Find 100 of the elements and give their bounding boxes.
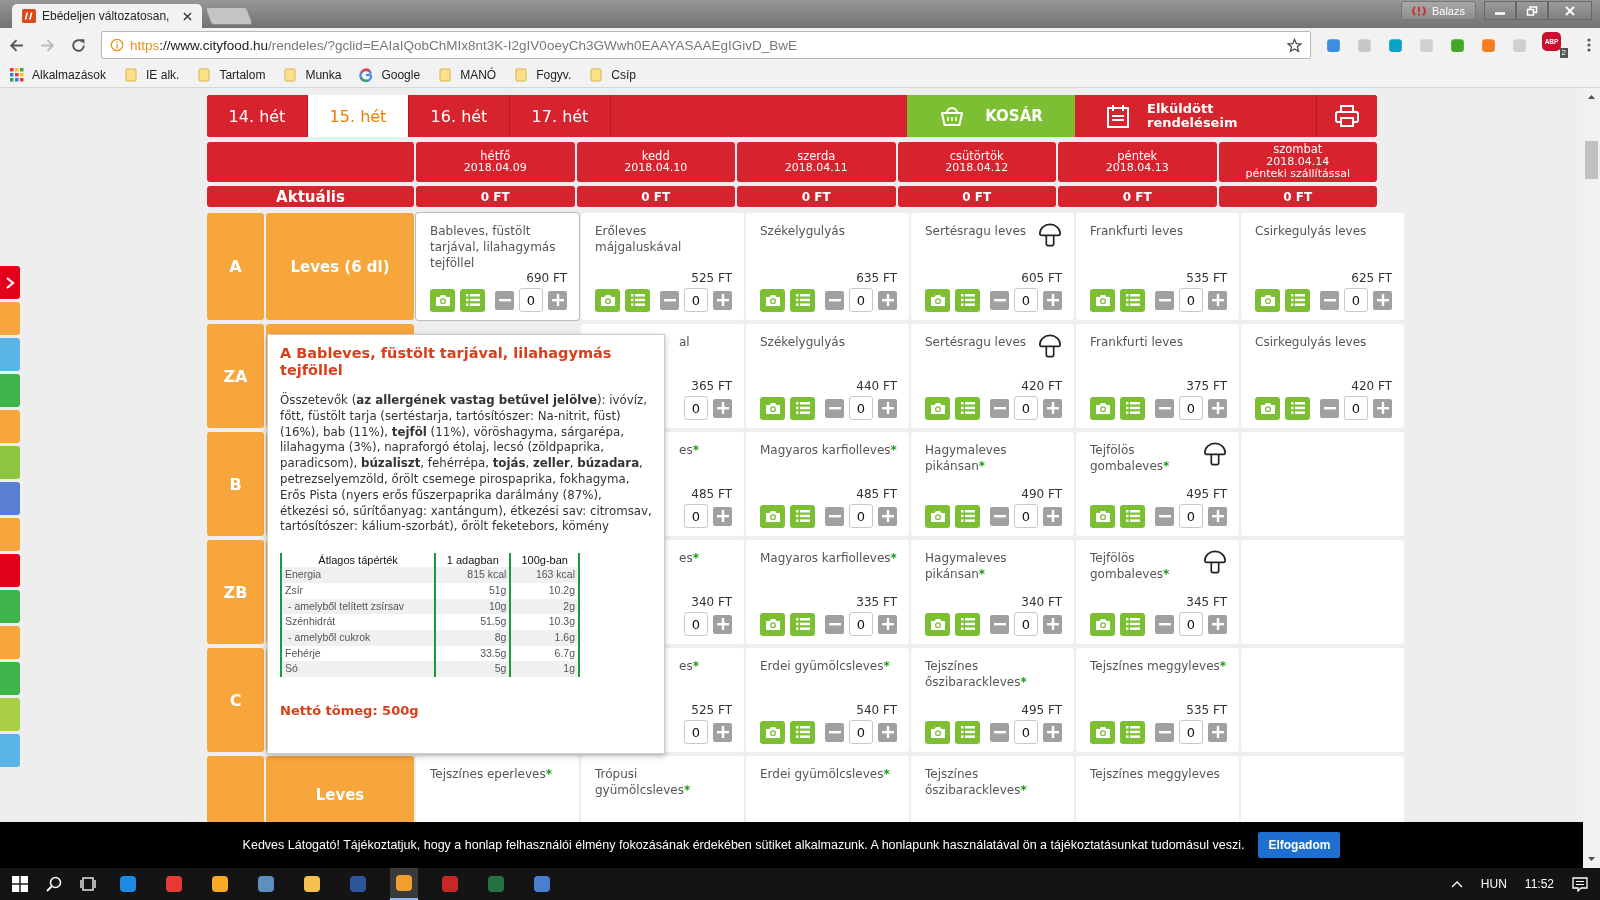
task-view-icon[interactable] [80, 876, 96, 892]
details-list-button[interactable] [955, 720, 980, 744]
decrease-button[interactable] [825, 506, 844, 526]
new-tab-button[interactable] [204, 7, 254, 25]
photo-button[interactable] [760, 612, 785, 636]
increase-button[interactable] [878, 722, 897, 742]
decrease-button[interactable] [660, 290, 679, 310]
week-tab[interactable]: 14. hét [207, 95, 308, 137]
details-list-button[interactable] [790, 396, 815, 420]
increase-button[interactable] [713, 398, 732, 418]
notification-icon[interactable] [1572, 876, 1588, 892]
increase-button[interactable] [878, 398, 897, 418]
photo-button[interactable] [760, 720, 785, 744]
details-list-button[interactable] [625, 288, 650, 312]
increase-button[interactable] [1373, 398, 1392, 418]
quantity-field[interactable]: 0 [1014, 504, 1038, 528]
details-list-button[interactable] [955, 396, 980, 420]
details-list-button[interactable] [1285, 396, 1310, 420]
extension-icon[interactable] [1480, 36, 1497, 54]
menu-icon[interactable] [1586, 37, 1592, 53]
taskbar-app-icon[interactable] [211, 875, 229, 893]
photo-button[interactable] [760, 396, 785, 420]
minimize-button[interactable] [1484, 1, 1516, 20]
windows-start-icon[interactable] [12, 876, 28, 892]
details-list-button[interactable] [790, 504, 815, 528]
language-indicator[interactable]: HUN [1480, 877, 1507, 891]
quantity-field[interactable]: 0 [849, 612, 873, 636]
increase-button[interactable] [1043, 398, 1062, 418]
extension-icon[interactable] [1449, 36, 1466, 54]
decrease-button[interactable] [1155, 722, 1174, 742]
details-list-button[interactable] [955, 612, 980, 636]
decrease-button[interactable] [1320, 290, 1339, 310]
quantity-field[interactable]: 0 [1014, 612, 1038, 636]
details-list-button[interactable] [955, 504, 980, 528]
bookmark-star-icon[interactable] [1287, 37, 1302, 53]
details-list-button[interactable] [790, 288, 815, 312]
quantity-field[interactable]: 0 [684, 504, 708, 528]
increase-button[interactable] [1208, 722, 1227, 742]
taskbar-app-icon[interactable] [257, 875, 275, 893]
extension-icon[interactable] [1511, 36, 1528, 54]
increase-button[interactable] [713, 614, 732, 634]
quantity-field[interactable]: 0 [684, 720, 708, 744]
increase-button[interactable] [1043, 506, 1062, 526]
quantity-field[interactable]: 0 [849, 396, 873, 420]
quantity-field[interactable]: 0 [1179, 720, 1203, 744]
decrease-button[interactable] [1155, 290, 1174, 310]
photo-button[interactable] [1090, 288, 1115, 312]
bookmark-item[interactable]: Google [359, 67, 421, 82]
quantity-field[interactable]: 0 [684, 612, 708, 636]
photo-button[interactable] [595, 288, 620, 312]
taskbar-app-icon[interactable] [533, 875, 551, 893]
increase-button[interactable] [1043, 722, 1062, 742]
restore-button[interactable] [1516, 1, 1548, 20]
increase-button[interactable] [1373, 290, 1392, 310]
taskbar-app-icon[interactable] [303, 875, 321, 893]
decrease-button[interactable] [1320, 398, 1339, 418]
increase-button[interactable] [1208, 290, 1227, 310]
details-list-button[interactable] [460, 288, 485, 312]
increase-button[interactable] [1043, 614, 1062, 634]
photo-button[interactable] [1255, 288, 1280, 312]
photo-button[interactable] [760, 288, 785, 312]
close-icon[interactable] [183, 11, 192, 21]
taskbar-app-icon[interactable] [395, 874, 413, 892]
quantity-field[interactable]: 0 [519, 288, 543, 312]
photo-button[interactable] [925, 396, 950, 420]
extension-icon[interactable] [1418, 36, 1435, 54]
quantity-field[interactable]: 0 [1179, 288, 1203, 312]
clock[interactable]: 11:52 [1524, 877, 1554, 891]
increase-button[interactable] [713, 722, 732, 742]
photo-button[interactable] [925, 720, 950, 744]
increase-button[interactable] [1043, 290, 1062, 310]
quantity-field[interactable]: 0 [1179, 612, 1203, 636]
photo-button[interactable] [925, 612, 950, 636]
decrease-button[interactable] [825, 398, 844, 418]
quantity-field[interactable]: 0 [684, 396, 708, 420]
photo-button[interactable] [760, 504, 785, 528]
decrease-button[interactable] [1155, 614, 1174, 634]
reload-icon[interactable] [70, 36, 87, 54]
quantity-field[interactable]: 0 [849, 720, 873, 744]
increase-button[interactable] [878, 614, 897, 634]
close-button[interactable] [1548, 1, 1592, 20]
photo-button[interactable] [925, 288, 950, 312]
decrease-button[interactable] [990, 290, 1009, 310]
decrease-button[interactable] [825, 722, 844, 742]
address-field[interactable]: https://www.cityfood.hu/rendeles/?gclid=EAIaIQobChMIx8nt3K-I2gIV0oeyCh3GWwh0EAAYASAAEgIGivD_BwE [101, 31, 1311, 59]
browser-tab[interactable]: Ebédeljen változatosan, [12, 4, 202, 28]
search-icon[interactable] [46, 876, 62, 892]
decrease-button[interactable] [825, 290, 844, 310]
quantity-field[interactable]: 0 [1179, 504, 1203, 528]
extension-icon[interactable] [1356, 36, 1373, 54]
quantity-field[interactable]: 0 [1014, 288, 1038, 312]
details-list-button[interactable] [1120, 612, 1145, 636]
details-list-button[interactable] [1120, 720, 1145, 744]
increase-button[interactable] [713, 506, 732, 526]
photo-button[interactable] [1090, 504, 1115, 528]
decrease-button[interactable] [825, 614, 844, 634]
decrease-button[interactable] [990, 722, 1009, 742]
decrease-button[interactable] [990, 398, 1009, 418]
details-list-button[interactable] [955, 288, 980, 312]
photo-button[interactable] [1090, 720, 1115, 744]
